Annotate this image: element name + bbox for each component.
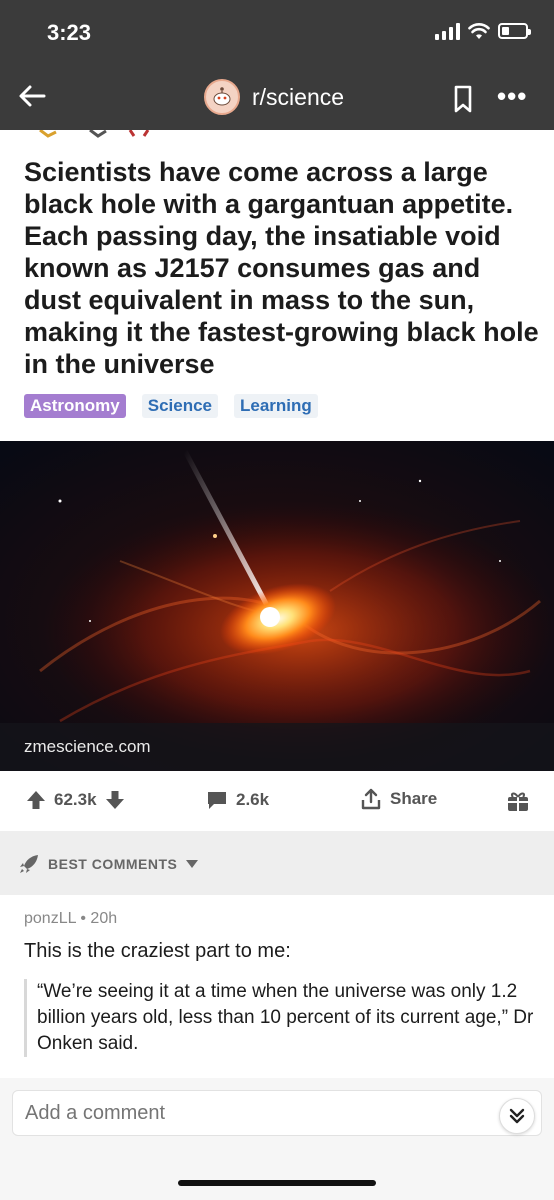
back-button[interactable] <box>14 78 50 114</box>
gift-icon <box>508 792 528 811</box>
post-link-preview[interactable]: zmescience.com <box>0 441 554 771</box>
collapse-button[interactable] <box>499 1098 535 1134</box>
downvote-icon[interactable] <box>105 790 125 810</box>
vote-count: 62.3k <box>54 790 97 809</box>
upvote-icon[interactable] <box>26 790 46 810</box>
comment-bubble-icon <box>208 792 226 809</box>
comment-meta: ponzLL • 20h <box>24 910 534 928</box>
comment-author[interactable]: ponzLL <box>24 910 76 927</box>
meta-separator: • <box>80 910 86 927</box>
more-icon[interactable]: ••• <box>497 83 527 109</box>
post-title: Scientists have come across a large blac… <box>24 157 539 379</box>
comment-age: 20h <box>90 910 118 927</box>
add-comment-input[interactable] <box>12 1090 542 1136</box>
comment-quote: “We’re seeing it at a time when the univ… <box>24 979 534 1057</box>
back-arrow-icon <box>19 85 46 107</box>
link-domain[interactable]: zmescience.com <box>0 723 554 771</box>
science-snoo-icon <box>213 87 231 106</box>
image-remnant <box>39 130 150 138</box>
flair-list: Astronomy Science Learning <box>24 394 318 418</box>
rocket-icon <box>20 855 38 873</box>
award-button[interactable] <box>506 789 530 813</box>
share-label: Share <box>390 789 438 808</box>
flair-learning[interactable]: Learning <box>234 394 318 418</box>
home-indicator <box>178 1180 376 1186</box>
share-icon <box>361 788 381 810</box>
double-chevron-down-icon <box>509 1108 525 1124</box>
sort-dropdown[interactable]: BEST COMMENTS <box>18 853 199 875</box>
battery-icon <box>498 23 531 39</box>
vote-group: 62.3k <box>26 790 125 810</box>
status-time: 3:23 <box>47 20 92 45</box>
bookmark-icon[interactable] <box>450 84 476 114</box>
comment-body: This is the craziest part to me: <box>24 940 291 962</box>
sort-label: BEST COMMENTS <box>48 856 178 872</box>
cellular-signal-icon <box>435 22 460 40</box>
flair-astronomy[interactable]: Astronomy <box>24 394 126 418</box>
black-hole-image <box>0 441 554 771</box>
flair-science[interactable]: Science <box>141 394 218 418</box>
comment: ponzLL • 20h This is the craziest part t… <box>24 910 534 1057</box>
caret-down-icon <box>186 860 199 868</box>
comments-button[interactable]: 2.6k <box>206 790 269 810</box>
status-icons <box>435 22 531 40</box>
comment-count: 2.6k <box>236 790 270 809</box>
share-button[interactable]: Share <box>360 788 437 810</box>
wifi-icon <box>468 23 490 39</box>
app-header: 3:23 r/science ••• <box>0 0 554 130</box>
subreddit-avatar[interactable] <box>204 79 240 115</box>
subreddit-name[interactable]: r/science <box>252 84 344 111</box>
post-action-bar: 62.3k 2.6k Share <box>0 771 554 831</box>
comment-sort-bar: BEST COMMENTS <box>0 831 554 895</box>
